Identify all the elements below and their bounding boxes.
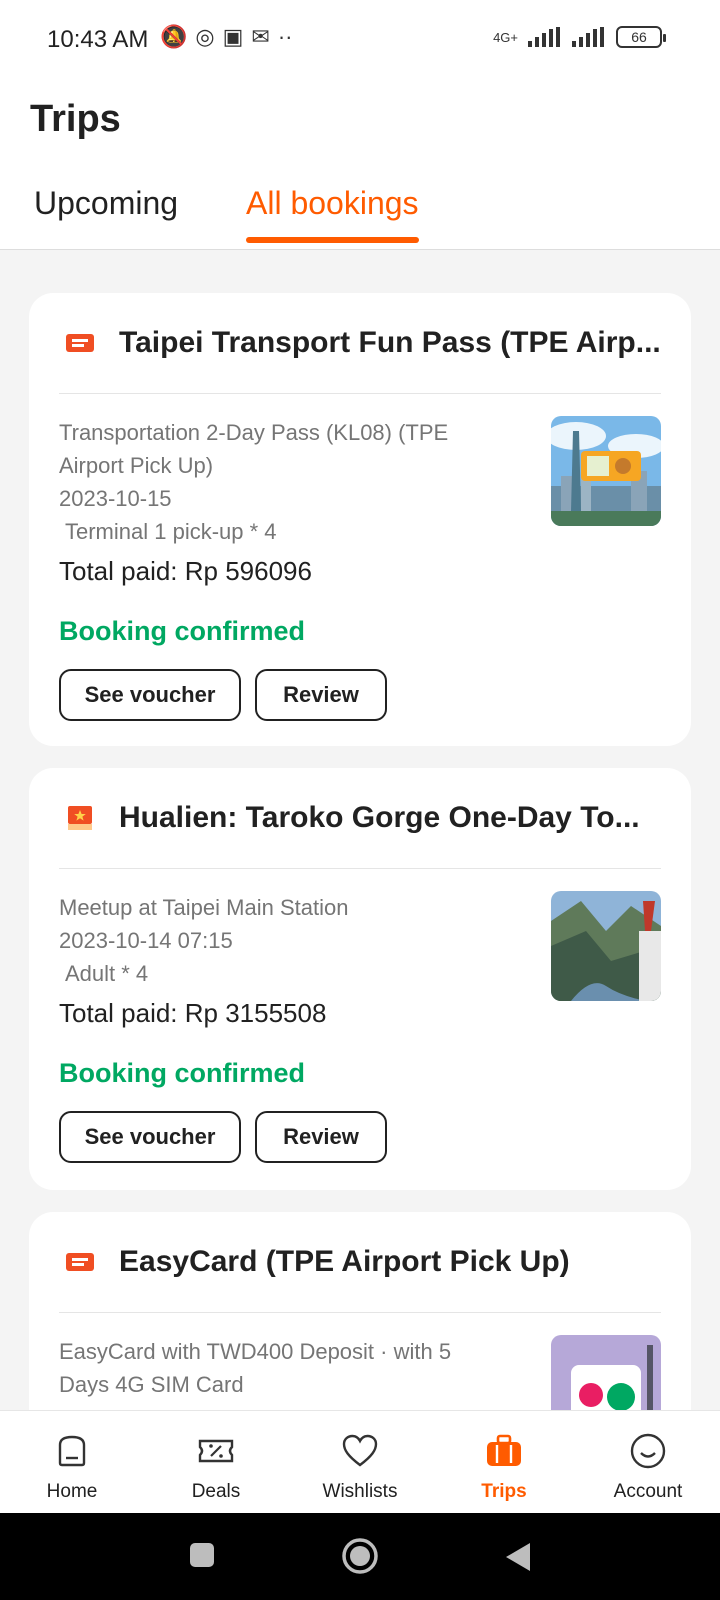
review-button[interactable]: Review	[255, 669, 387, 721]
review-button[interactable]: Review	[255, 1111, 387, 1163]
nav-home[interactable]: Home	[0, 1411, 144, 1514]
more-notifications-icon: ··	[277, 24, 293, 49]
notification-icons: 🔕 ◎ ▣ ✉ ··	[160, 24, 293, 50]
booking-quantity: Adult * 4	[65, 961, 149, 986]
message-icon: ▣	[222, 24, 244, 49]
nav-trips[interactable]: Trips	[432, 1411, 576, 1514]
trips-header: Trips Upcoming All bookings	[0, 80, 720, 250]
nav-trips-label: Trips	[481, 1481, 527, 1502]
booking-card[interactable]: EasyCard (TPE Airport Pick Up) EasyCard …	[29, 1212, 691, 1410]
signal-icon	[528, 27, 560, 47]
bookings-list[interactable]: Taipei Transport Fun Pass (TPE Airp... T…	[0, 250, 720, 1410]
back-button[interactable]	[504, 1541, 532, 1573]
booking-thumbnail[interactable]	[551, 416, 661, 526]
booking-thumbnail[interactable]	[551, 891, 661, 1001]
see-voucher-button[interactable]: See voucher	[59, 1111, 241, 1163]
tour-flag-icon	[68, 806, 92, 830]
mute-icon: 🔕	[160, 24, 188, 49]
booking-card[interactable]: Taipei Transport Fun Pass (TPE Airp... T…	[29, 293, 691, 746]
status-time: 10:43 AM	[47, 26, 149, 53]
whatsapp-icon: ◎	[195, 24, 215, 49]
booking-title[interactable]: EasyCard (TPE Airport Pick Up)	[119, 1245, 664, 1279]
ticket-icon	[66, 1253, 94, 1271]
booking-package: Transportation 2-Day Pass (KL08) (TPE	[59, 420, 449, 445]
home-icon	[58, 1435, 86, 1467]
ticket-icon	[66, 334, 94, 352]
nav-wishlists[interactable]: Wishlists	[288, 1411, 432, 1514]
tab-upcoming[interactable]: Upcoming	[34, 185, 178, 240]
tab-all-bookings[interactable]: All bookings	[246, 185, 419, 243]
nav-home-label: Home	[46, 1481, 98, 1502]
battery-icon: 66	[616, 26, 666, 48]
booking-package: EasyCard with TWD400 Deposit · with 5	[59, 1339, 452, 1364]
system-status: 4G+ 66	[493, 26, 666, 48]
see-voucher-button[interactable]: See voucher	[59, 669, 241, 721]
booking-card[interactable]: Hualien: Taroko Gorge One-Day To... Meet…	[29, 768, 691, 1190]
bottom-navigation: Home Deals Wishlists Trips Account	[0, 1410, 720, 1513]
suitcase-icon	[487, 1434, 521, 1466]
trips-tabs: Upcoming All bookings	[0, 185, 720, 251]
system-navigation-bar	[0, 1513, 720, 1600]
nav-account[interactable]: Account	[576, 1411, 720, 1514]
booking-package-cont: Airport Pick Up)	[59, 453, 214, 478]
total-paid: Total paid: Rp 3155508	[59, 998, 327, 1028]
heart-icon	[342, 1434, 378, 1467]
booking-package-cont: Days 4G SIM Card	[59, 1372, 244, 1397]
booking-title[interactable]: Taipei Transport Fun Pass (TPE Airp...	[119, 326, 664, 360]
nav-deals[interactable]: Deals	[144, 1411, 288, 1514]
account-icon	[630, 1433, 666, 1469]
mail-icon: ✉	[251, 24, 270, 49]
nav-account-label: Account	[613, 1481, 683, 1502]
home-button[interactable]	[341, 1537, 379, 1575]
booking-status: Booking confirmed	[59, 1058, 306, 1088]
signal-icon-2	[572, 27, 604, 47]
network-type: 4G+	[493, 29, 518, 45]
recent-apps-button[interactable]	[188, 1541, 216, 1569]
nav-deals-label: Deals	[191, 1481, 241, 1502]
page-title: Trips	[30, 98, 121, 140]
booking-thumbnail[interactable]	[551, 1335, 661, 1410]
booking-date: 2023-10-14 07:15	[59, 928, 233, 953]
booking-meetup: Meetup at Taipei Main Station	[59, 895, 349, 920]
booking-status: Booking confirmed	[59, 616, 306, 646]
total-paid: Total paid: Rp 596096	[59, 556, 312, 586]
booking-title[interactable]: Hualien: Taroko Gorge One-Day To...	[119, 801, 664, 835]
status-bar: 10:43 AM 🔕 ◎ ▣ ✉ ·· 4G+ 66	[0, 0, 720, 80]
booking-date: 2023-10-15	[59, 486, 172, 511]
deals-icon	[198, 1439, 234, 1463]
nav-wishlists-label: Wishlists	[322, 1481, 398, 1502]
booking-quantity: Terminal 1 pick-up * 4	[65, 519, 277, 544]
